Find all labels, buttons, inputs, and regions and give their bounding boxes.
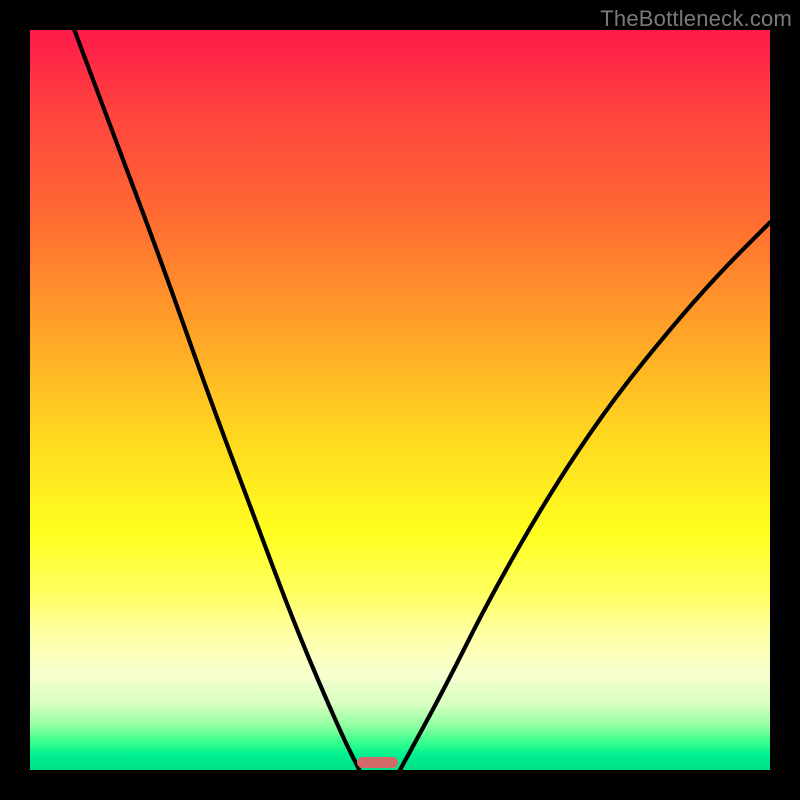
watermark-text: TheBottleneck.com	[600, 6, 792, 32]
curves-svg	[30, 30, 770, 770]
bottleneck-marker	[357, 757, 398, 768]
left-curve-path	[74, 30, 359, 770]
right-curve-path	[400, 222, 770, 770]
